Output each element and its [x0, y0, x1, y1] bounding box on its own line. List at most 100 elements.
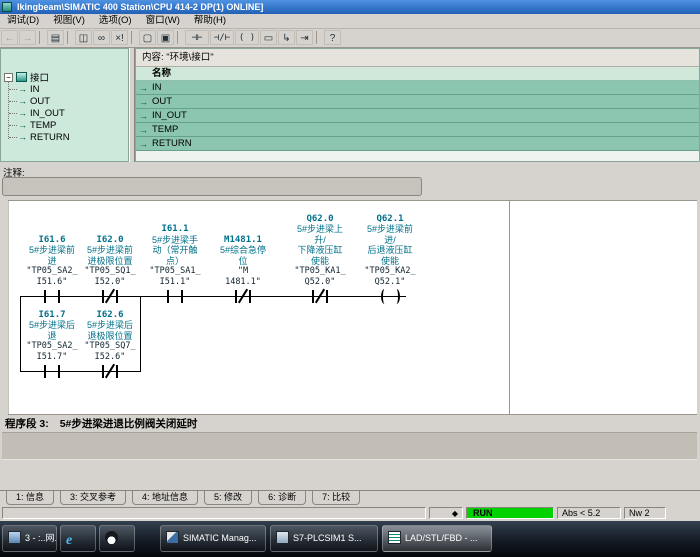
menu-view[interactable]: 视图(V) — [46, 14, 92, 28]
comment-box[interactable] — [2, 177, 422, 196]
new-network-button[interactable]: ▢ — [139, 30, 156, 45]
sidebar-item-in[interactable]: →IN — [18, 83, 40, 95]
status-bar: ◆ RUN Abs < 5.2 Nw 2 — [0, 505, 700, 521]
table-row-out[interactable]: →OUT — [136, 95, 699, 109]
cancel-monitor-button[interactable]: ×! — [111, 30, 128, 45]
contact-m1481-1[interactable] — [235, 290, 237, 303]
contact-q62-0[interactable] — [326, 290, 328, 303]
coil-q62-1[interactable] — [381, 289, 388, 304]
contact-m1481-1[interactable] — [249, 290, 251, 303]
toolbar-separator — [39, 31, 44, 44]
tab-diagnostics[interactable]: 6: 诊断 — [258, 491, 306, 505]
ladder-canvas[interactable]: I61.65#步进梁前进"TP05_SA2_I51.6"I62.05#步进梁前进… — [8, 200, 697, 415]
monitor-glasses-button[interactable]: ∞ — [93, 30, 110, 45]
tree-item-label: IN — [30, 84, 40, 95]
sidebar-item-in-out[interactable]: →IN_OUT — [18, 107, 65, 119]
table-row-label: OUT — [152, 96, 172, 107]
contact-i62-0[interactable] — [116, 290, 118, 303]
ladder-comment-line: 进 — [21, 256, 83, 267]
ladder-symbol-name: 1481.1" — [212, 277, 274, 288]
tab-cross-reference[interactable]: 3: 交叉参考 — [60, 491, 126, 505]
taskbar-button-qq[interactable] — [99, 525, 135, 552]
ladder-symbol-name: I52.6" — [79, 352, 141, 363]
tab-modify[interactable]: 5: 修改 — [204, 491, 252, 505]
ladder-comment-line: 5#步进梁前 — [21, 245, 83, 256]
contact-i61-6[interactable] — [58, 290, 60, 303]
taskbar-button-simatic-manager[interactable]: SIMATIC Manag... — [160, 525, 266, 552]
content-header: 内容: "环境\接口" — [136, 49, 699, 67]
coil-q62-1[interactable] — [393, 289, 400, 304]
split-window-button[interactable]: ▣ — [157, 30, 174, 45]
contact-q62-0[interactable] — [312, 290, 314, 303]
table-row-label: RETURN — [152, 138, 192, 149]
ladder-comment-line: 进极限位置 — [79, 256, 141, 267]
tree-root-interface[interactable]: 接口 — [30, 70, 49, 84]
insert-coil-button[interactable]: ( ) — [235, 30, 259, 45]
sidebar-item-temp[interactable]: →TEMP — [18, 119, 56, 131]
network-comment-area[interactable] — [2, 432, 697, 460]
toolbar: ←→ ▤ ◫∞×! ▢▣ ⊣⊢⊣/⊢( )▭↳⇥? — [0, 29, 700, 48]
sidebar-item-return[interactable]: →RETURN — [18, 131, 70, 143]
contact-i62-6[interactable] — [116, 365, 118, 378]
context-help-button[interactable]: ? — [324, 30, 341, 45]
table-row-return[interactable]: → RETURN — [136, 137, 699, 151]
declaration-return-icon: → — [139, 138, 148, 151]
tree-expander-icon[interactable]: − — [4, 73, 13, 82]
table-row-in-out[interactable]: →IN_OUT — [136, 109, 699, 123]
view-data-button[interactable]: ◫ — [75, 30, 92, 45]
insert-nc-contact-button[interactable]: ⊣/⊢ — [210, 30, 234, 45]
contact-i61-6[interactable] — [44, 290, 46, 303]
network-title: 5#步进梁进退比例阀关闭延时 — [60, 418, 198, 430]
declaration-in-icon: → — [18, 84, 27, 94]
ladder-address: Q62.1 — [359, 214, 421, 225]
sidebar-item-out[interactable]: →OUT — [18, 95, 50, 107]
close-branch-button[interactable]: ⇥ — [296, 30, 313, 45]
interface-tree-panel[interactable]: − 接口 →IN→OUT→IN_OUT→TEMP→RETURN — [0, 48, 129, 162]
ladder-element-label: I62.05#步进梁前进极限位置"TP05_SQ1_I52.0" — [79, 235, 141, 288]
print-button[interactable]: ▤ — [47, 30, 64, 45]
menu-bar: 调试(D)视图(V)选项(O)窗口(W)帮助(H) — [0, 14, 700, 29]
contact-i61-1[interactable] — [181, 290, 183, 303]
contact-i61-1[interactable] — [167, 290, 169, 303]
contact-i61-7[interactable] — [58, 365, 60, 378]
menu-options[interactable]: 选项(O) — [92, 14, 139, 28]
ladder-symbol-name: "TP05_KA2_ — [359, 266, 421, 277]
tab-info[interactable]: 1: 信息 — [6, 491, 54, 505]
contact-i62-6[interactable] — [102, 365, 104, 378]
insert-box-button[interactable]: ▭ — [260, 30, 277, 45]
toolbar-separator — [316, 31, 321, 44]
ladder-symbol-name: I51.1" — [144, 277, 206, 288]
internet-explorer-icon: e — [66, 535, 72, 548]
taskbar-button-internet-explorer[interactable]: e — [60, 525, 96, 552]
window-titlebar[interactable]: lkingbeam\SIMATIC 400 Station\CPU 414-2 … — [0, 0, 700, 14]
bottom-tab-strip: 1: 信息 3: 交叉参考 4: 地址信息 5: 修改 6: 诊断 7: 比较 — [0, 490, 700, 506]
taskbar-button-lad-editor[interactable]: LAD/STL/FBD - ... — [382, 525, 492, 552]
network-header[interactable]: 程序段 3: 5#步进梁进退比例阀关闭延时 — [5, 416, 197, 431]
menu-help[interactable]: 帮助(H) — [187, 14, 233, 28]
open-branch-button[interactable]: ↳ — [278, 30, 295, 45]
insert-no-contact-button[interactable]: ⊣⊢ — [185, 30, 209, 45]
menu-window[interactable]: 窗口(W) — [139, 14, 187, 28]
status-abs: Abs < 5.2 — [557, 507, 621, 519]
contact-i61-7[interactable] — [44, 365, 46, 378]
taskbar-button-label: S7-PLCSIM1 S... — [293, 533, 362, 543]
lad-editor-window: lkingbeam\SIMATIC 400 Station\CPU 414-2 … — [0, 0, 700, 557]
taskbar-button-s7-plcsim[interactable]: S7-PLCSIM1 S... — [270, 525, 378, 552]
back-button[interactable]: ← — [1, 30, 18, 45]
column-header-name[interactable]: 名称 — [136, 67, 699, 81]
ladder-symbol-name: "TP05_SA1_ — [144, 266, 206, 277]
table-row-in[interactable]: →IN — [136, 81, 699, 95]
ladder-comment-line: 进/ — [359, 235, 421, 246]
forward-button[interactable]: → — [19, 30, 36, 45]
ladder-comment-line: 5#综合急停 — [212, 245, 274, 256]
ladder-comment-line: 退 — [21, 331, 83, 342]
ladder-symbol-name: "TP05_KA1_ — [289, 266, 351, 277]
menu-debug[interactable]: 调试(D) — [0, 14, 46, 28]
taskbar: 3 - :..网.. e SIMATIC Manag... S7-PLCSIM1 S.… — [0, 521, 700, 557]
taskbar-button-window-3[interactable]: 3 - :..网.. — [2, 525, 57, 552]
tab-compare[interactable]: 7: 比较 — [312, 491, 360, 505]
contact-i62-0[interactable] — [102, 290, 104, 303]
run-status-badge: RUN — [466, 507, 554, 519]
table-row-temp[interactable]: →TEMP — [136, 123, 699, 137]
tab-address-info[interactable]: 4: 地址信息 — [132, 491, 198, 505]
